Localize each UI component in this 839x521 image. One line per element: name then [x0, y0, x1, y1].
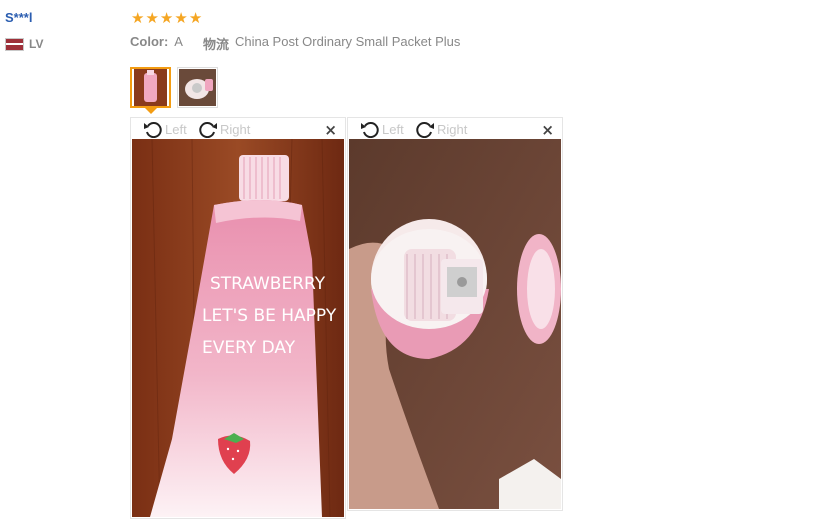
star-icon: ★	[131, 9, 145, 27]
rotate-right-icon	[416, 122, 434, 138]
rotate-right-icon	[199, 122, 217, 138]
rotate-left-label: Left	[165, 121, 187, 137]
thumbnail-image	[179, 69, 216, 106]
reviewer-country: LV	[5, 37, 43, 51]
rotate-right-button[interactable]: Right	[415, 120, 467, 138]
shipping-label: 物流	[202, 37, 229, 52]
rotate-left-button[interactable]: Left	[360, 120, 404, 138]
active-thumbnail-indicator	[145, 108, 157, 114]
thumbnail-image	[134, 69, 167, 106]
close-viewer-button[interactable]: ×	[541, 121, 554, 139]
rotate-left-label: Left	[382, 121, 404, 137]
image-viewer-1: Left Right × STRAWBERRY LET'S BE HAPPY E…	[130, 117, 346, 519]
rotate-left-icon	[144, 122, 162, 138]
shipping-value: China Post Ordinary Small Packet Plus	[234, 34, 461, 49]
review-meta: Color: A 物流 China Post Ordinary Small Pa…	[130, 34, 460, 53]
close-viewer-button[interactable]: ×	[324, 121, 337, 139]
reviewer-name: S***l	[5, 10, 33, 25]
rotate-right-button[interactable]: Right	[198, 120, 250, 138]
review-thumbnail-2[interactable]	[177, 67, 218, 108]
star-icon: ★	[159, 9, 174, 27]
rotate-right-label: Right	[437, 121, 468, 137]
rotate-right-label: Right	[220, 121, 251, 137]
viewer-toolbar: Left Right ×	[131, 118, 345, 139]
review-photo-2	[349, 139, 561, 509]
review-thumbnail-1[interactable]	[130, 67, 171, 108]
rating-stars: ★ ★ ★ ★ ★	[131, 10, 202, 26]
color-value: A	[174, 34, 183, 49]
country-code: LV	[29, 37, 44, 51]
image-viewer-2: Left Right ×	[347, 117, 563, 511]
review-photo-1: STRAWBERRY LET'S BE HAPPY EVERY DAY	[132, 139, 344, 517]
tube-text-line-1: STRAWBERRY	[210, 274, 326, 294]
rotate-left-icon	[361, 122, 379, 138]
star-icon: ★	[188, 9, 203, 27]
viewer-toolbar: Left Right ×	[348, 118, 562, 139]
star-icon: ★	[174, 9, 188, 27]
tube-text-line-3: EVERY DAY	[202, 338, 296, 358]
tube-text-line-2: LET'S BE HAPPY	[202, 306, 337, 326]
rotate-left-button[interactable]: Left	[143, 120, 187, 138]
latvia-flag-icon	[5, 37, 24, 51]
color-label: Color:	[130, 34, 169, 49]
star-icon: ★	[145, 9, 159, 27]
